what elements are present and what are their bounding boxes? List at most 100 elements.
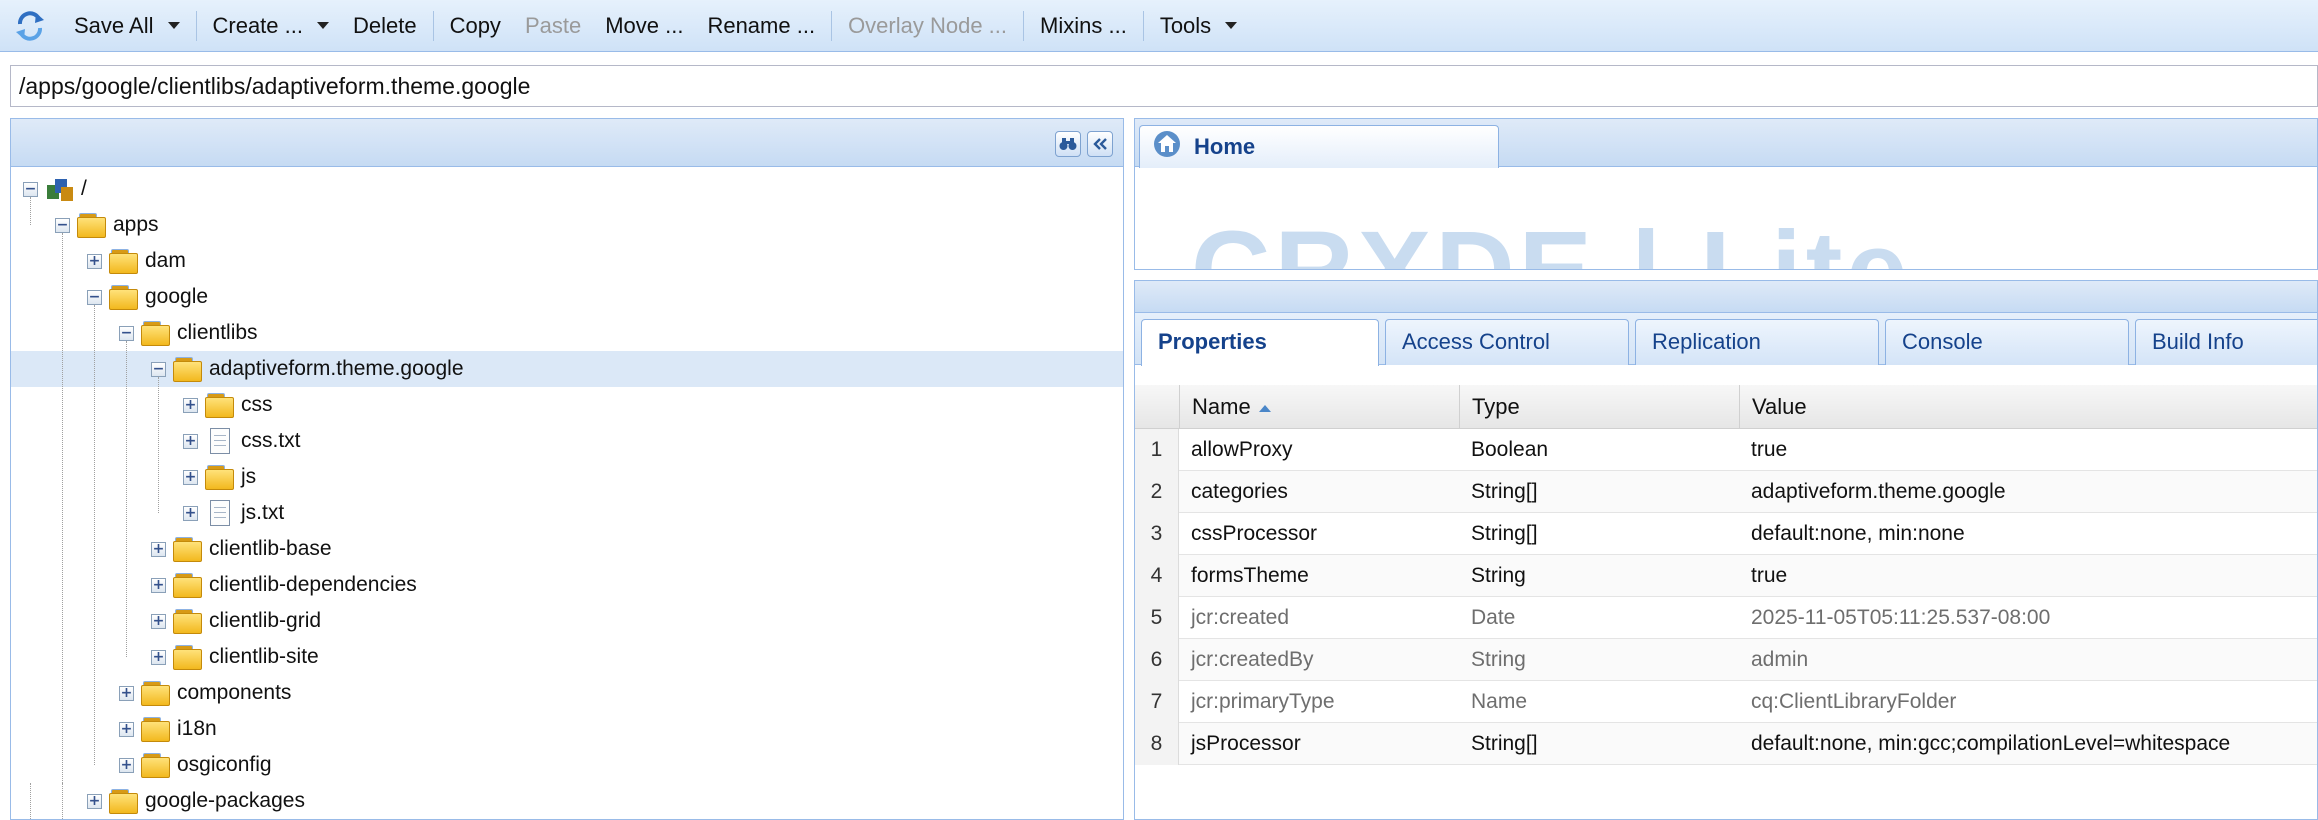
tree-node[interactable]: + components [11, 675, 1123, 711]
property-name[interactable]: jsProcessor [1179, 723, 1301, 765]
tree-node[interactable]: + google-packages [11, 783, 1123, 819]
property-type[interactable]: String [1459, 639, 1526, 681]
copy-button[interactable]: Copy [438, 6, 513, 46]
tree-node[interactable]: − / [11, 171, 1123, 207]
collapse-icon[interactable]: − [151, 362, 166, 377]
tree-connector [30, 197, 31, 225]
property-type[interactable]: Boolean [1459, 429, 1548, 471]
property-row[interactable]: 1 allowProxy Boolean true [1135, 429, 2317, 471]
tab-build-info[interactable]: Build Info [2135, 319, 2317, 365]
delete-button[interactable]: Delete [341, 6, 429, 46]
path-input[interactable]: /apps/google/clientlibs/adaptiveform.the… [10, 65, 2318, 107]
tree-node[interactable]: − adaptiveform.theme.google [11, 351, 1123, 387]
tree-node-label: / [81, 177, 87, 200]
collapse-panel-icon[interactable] [1087, 131, 1113, 157]
property-row[interactable]: 7 jcr:primaryType Name cq:ClientLibraryFold… [1135, 681, 2317, 723]
expand-icon[interactable]: + [87, 794, 102, 809]
property-name[interactable]: categories [1179, 471, 1288, 513]
tree-node-label: google [145, 285, 209, 308]
rename-button[interactable]: Rename ... [695, 6, 827, 46]
tree-node[interactable]: − google [11, 279, 1123, 315]
chevron-down-icon[interactable] [167, 22, 180, 29]
expand-icon[interactable]: + [183, 470, 198, 485]
property-row[interactable]: 2 categories String[] adaptiveform.theme.go… [1135, 471, 2317, 513]
property-value[interactable]: adaptiveform.theme.google [1739, 471, 2006, 513]
tree-node[interactable]: − clientlibs [11, 315, 1123, 351]
property-type[interactable]: String[] [1459, 723, 1538, 765]
tools-button[interactable]: Tools [1148, 6, 1249, 46]
property-type[interactable]: Name [1459, 681, 1527, 723]
expand-icon[interactable]: + [151, 578, 166, 593]
expand-icon[interactable]: + [151, 542, 166, 557]
tab-properties[interactable]: Properties [1141, 319, 1379, 366]
expand-icon[interactable]: + [87, 254, 102, 269]
mixins-button[interactable]: Mixins ... [1028, 6, 1139, 46]
tree-node[interactable]: + css [11, 387, 1123, 423]
column-header-value[interactable]: Value [1739, 385, 2317, 429]
expand-icon[interactable]: + [119, 758, 134, 773]
properties-panel: Properties Access Control Replication Co… [1134, 280, 2318, 820]
expand-icon[interactable]: + [183, 398, 198, 413]
property-value[interactable]: cq:ClientLibraryFolder [1739, 681, 1956, 723]
tree-node[interactable]: + i18n [11, 711, 1123, 747]
property-row[interactable]: 5 jcr:created Date 2025-11-05T05:11:25.537-… [1135, 597, 2317, 639]
tree-node[interactable]: + js [11, 459, 1123, 495]
property-name[interactable]: jcr:created [1179, 597, 1289, 639]
collapse-icon[interactable]: − [119, 326, 134, 341]
repository-tree: − / − apps + dam − google − clientlibs − adaptivefo… [11, 167, 1123, 819]
property-row[interactable]: 8 jsProcessor String[] default:none, min:gc… [1135, 723, 2317, 765]
property-name[interactable]: allowProxy [1179, 429, 1293, 471]
tab-console[interactable]: Console [1885, 319, 2129, 365]
column-header-name[interactable]: Name [1179, 385, 1459, 429]
tab-replication[interactable]: Replication [1635, 319, 1879, 365]
property-name[interactable]: jcr:createdBy [1179, 639, 1314, 681]
property-row[interactable]: 6 jcr:createdBy String admin [1135, 639, 2317, 681]
paste-button[interactable]: Paste [513, 6, 593, 46]
binoculars-icon[interactable] [1055, 131, 1081, 157]
expand-icon[interactable]: + [183, 434, 198, 449]
property-value[interactable]: 2025-11-05T05:11:25.537-08:00 [1739, 597, 2050, 639]
tree-node[interactable]: + clientlib-grid [11, 603, 1123, 639]
property-type[interactable]: Date [1459, 597, 1515, 639]
save-all-button[interactable]: Save All [62, 6, 192, 46]
tree-node[interactable]: + osgiconfig [11, 747, 1123, 783]
property-name[interactable]: jcr:primaryType [1179, 681, 1335, 723]
collapse-icon[interactable]: − [23, 182, 38, 197]
property-value[interactable]: admin [1739, 639, 1808, 681]
property-type[interactable]: String[] [1459, 471, 1538, 513]
collapse-icon[interactable]: − [55, 218, 70, 233]
property-value[interactable]: true [1739, 555, 1787, 597]
property-name[interactable]: formsTheme [1179, 555, 1309, 597]
property-type[interactable]: String [1459, 555, 1526, 597]
chevron-down-icon[interactable] [316, 22, 329, 29]
property-row[interactable]: 3 cssProcessor String[] default:none, min:n… [1135, 513, 2317, 555]
tree-node[interactable]: + clientlib-base [11, 531, 1123, 567]
tree-node[interactable]: + clientlib-dependencies [11, 567, 1123, 603]
tree-node[interactable]: + js.txt [11, 495, 1123, 531]
property-value[interactable]: true [1739, 429, 1787, 471]
property-value[interactable]: default:none, min:none [1739, 513, 1965, 555]
move-button[interactable]: Move ... [593, 6, 695, 46]
expand-icon[interactable]: + [183, 506, 198, 521]
property-row[interactable]: 4 formsTheme String true [1135, 555, 2317, 597]
toolbar-separator [1142, 10, 1144, 41]
tree-node[interactable]: + dam [11, 243, 1123, 279]
property-value[interactable]: default:none, min:gcc;compilationLevel=w… [1739, 723, 2230, 765]
expand-icon[interactable]: + [119, 686, 134, 701]
tree-node[interactable]: + clientlib-site [11, 639, 1123, 675]
overlay-node-button[interactable]: Overlay Node ... [836, 6, 1019, 46]
chevron-down-icon[interactable] [1225, 22, 1238, 29]
expand-icon[interactable]: + [151, 650, 166, 665]
expand-icon[interactable]: + [119, 722, 134, 737]
column-header-type[interactable]: Type [1459, 385, 1739, 429]
create-button[interactable]: Create ... [201, 6, 341, 46]
collapse-icon[interactable]: − [87, 290, 102, 305]
tree-node[interactable]: − apps [11, 207, 1123, 243]
refresh-icon[interactable] [12, 8, 48, 44]
tree-node[interactable]: + css.txt [11, 423, 1123, 459]
tab-access-control[interactable]: Access Control [1385, 319, 1629, 365]
property-type[interactable]: String[] [1459, 513, 1538, 555]
tab-home[interactable]: Home [1139, 125, 1499, 168]
expand-icon[interactable]: + [151, 614, 166, 629]
property-name[interactable]: cssProcessor [1179, 513, 1317, 555]
